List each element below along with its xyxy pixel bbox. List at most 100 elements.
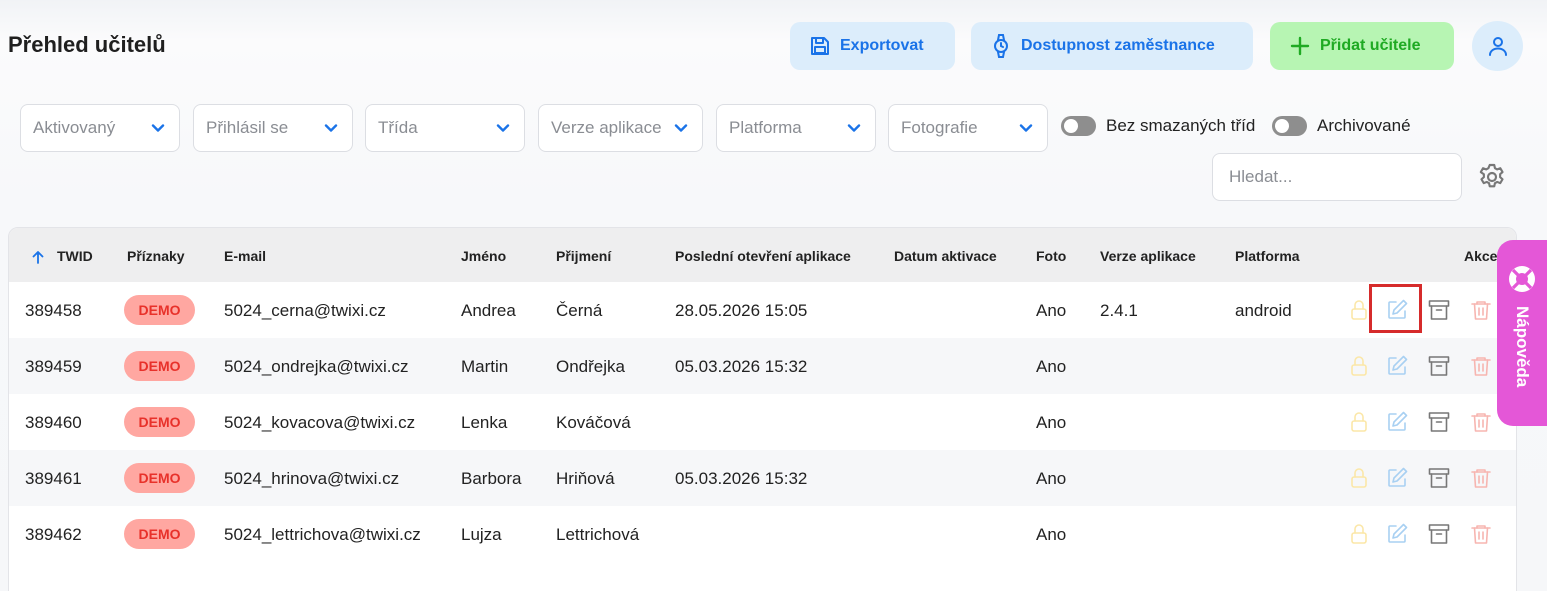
employee-availability-button[interactable]: Dostupnost zaměstnance	[971, 22, 1253, 70]
trash-icon[interactable]	[1469, 466, 1493, 490]
teachers-table: TWID Příznaky E-mail Jméno Přijmení Posl…	[8, 227, 1517, 591]
gear-icon[interactable]	[1476, 161, 1508, 193]
cell-twid: 389458	[25, 301, 82, 320]
cell-twid: 389460	[25, 413, 82, 432]
toggle-switch[interactable]	[1272, 116, 1307, 136]
toggle-label: Bez smazaných tříd	[1106, 116, 1256, 135]
cell-last-name: Lettrichová	[556, 525, 640, 544]
archive-icon[interactable]	[1427, 298, 1451, 322]
cell-twid: 389461	[25, 469, 82, 488]
column-activation-date[interactable]: Datum aktivace	[894, 248, 997, 264]
column-actions: Akce	[1464, 248, 1498, 264]
cell-twid: 389462	[25, 525, 82, 544]
toggle-archived[interactable]: Archivované	[1272, 116, 1411, 136]
lock-icon[interactable]	[1347, 298, 1371, 322]
column-first-name[interactable]: Jméno	[461, 248, 506, 264]
table-row[interactable]: 389461 5024_hrinova@twixi.cz Barbora Hriňov…	[9, 450, 1516, 506]
cell-photo: Ano	[1036, 413, 1067, 432]
export-label: Exportovat	[840, 37, 924, 54]
column-app-version[interactable]: Verze aplikace	[1100, 248, 1196, 264]
table-header: TWID Příznaky E-mail Jméno Přijmení Posl…	[9, 228, 1516, 282]
table-row[interactable]: 389458 5024_cerna@twixi.cz Andrea Černá 28.0…	[9, 282, 1516, 338]
cell-email: 5024_ondrejka@twixi.cz	[224, 357, 409, 376]
lock-icon[interactable]	[1347, 410, 1371, 434]
cell-last-name: Černá	[556, 301, 603, 320]
cell-first-name: Lenka	[461, 413, 508, 432]
edit-icon[interactable]	[1385, 522, 1409, 546]
column-last-app-open[interactable]: Poslední otevření aplikace	[675, 248, 851, 264]
profile-button[interactable]	[1472, 21, 1523, 71]
cell-photo: Ano	[1036, 357, 1067, 376]
chevron-down-icon	[847, 124, 861, 132]
filter-photo[interactable]: Fotografie	[888, 104, 1048, 152]
help-tab[interactable]: Nápověda	[1497, 240, 1547, 426]
status-badge: DEMO	[124, 519, 195, 549]
lock-icon[interactable]	[1347, 354, 1371, 378]
cell-last-name: Ondřejka	[556, 357, 625, 376]
chevron-down-icon	[674, 124, 688, 132]
column-email[interactable]: E-mail	[224, 248, 266, 264]
cell-last-open: 05.03.2026 15:32	[675, 469, 808, 488]
edit-icon[interactable]	[1385, 354, 1409, 378]
edit-icon[interactable]	[1385, 466, 1409, 490]
trash-icon[interactable]	[1469, 298, 1493, 322]
user-icon	[1488, 37, 1507, 56]
trash-icon[interactable]	[1469, 410, 1493, 434]
edit-highlight-box	[1369, 284, 1422, 333]
help-label: Nápověda	[1513, 306, 1532, 388]
filter-label: Třída	[378, 118, 418, 137]
status-badge: DEMO	[124, 463, 195, 493]
trash-icon[interactable]	[1469, 522, 1493, 546]
archive-icon[interactable]	[1427, 410, 1451, 434]
filter-activated[interactable]: Aktivovaný	[20, 104, 180, 152]
column-twid[interactable]: TWID	[57, 248, 93, 264]
cell-email: 5024_hrinova@twixi.cz	[224, 469, 400, 488]
status-badge: DEMO	[124, 351, 195, 381]
filter-logged-in[interactable]: Přihlásil se	[193, 104, 353, 152]
cell-last-name: Kováčová	[556, 413, 631, 432]
add-teacher-label: Přidat učitele	[1320, 37, 1421, 54]
archive-icon[interactable]	[1427, 354, 1451, 378]
table-row[interactable]: 389460 5024_kovacova@twixi.cz Lenka Kováčov…	[9, 394, 1516, 450]
export-button[interactable]: Exportovat	[790, 22, 955, 70]
column-platform[interactable]: Platforma	[1235, 248, 1300, 264]
cell-twid: 389459	[25, 357, 82, 376]
cell-first-name: Martin	[461, 357, 509, 376]
cell-email: 5024_kovacova@twixi.cz	[224, 413, 416, 432]
lock-icon[interactable]	[1347, 466, 1371, 490]
plus-icon	[1290, 36, 1310, 56]
archive-icon[interactable]	[1427, 466, 1451, 490]
column-flags[interactable]: Příznaky	[127, 248, 185, 264]
edit-icon[interactable]	[1385, 410, 1409, 434]
status-badge: DEMO	[124, 295, 195, 325]
cell-first-name: Andrea	[461, 301, 516, 320]
table-row[interactable]: 389462 5024_lettrichova@twixi.cz Lujza Lett…	[9, 506, 1516, 562]
filter-label: Přihlásil se	[206, 118, 289, 137]
toggle-label: Archivované	[1317, 116, 1411, 135]
cell-first-name: Barbora	[461, 469, 522, 488]
table-row[interactable]: 389459 5024_ondrejka@twixi.cz Martin Ondřej…	[9, 338, 1516, 394]
column-photo[interactable]: Foto	[1036, 248, 1066, 264]
save-icon	[811, 37, 829, 55]
filter-label: Fotografie	[901, 118, 978, 137]
trash-icon[interactable]	[1469, 354, 1493, 378]
arrow-up-icon[interactable]	[31, 250, 45, 264]
cell-last-open: 28.05.2026 15:05	[675, 301, 808, 320]
lock-icon[interactable]	[1347, 522, 1371, 546]
filter-class[interactable]: Třída	[365, 104, 525, 152]
toggle-switch[interactable]	[1061, 116, 1096, 136]
cell-photo: Ano	[1036, 525, 1067, 544]
add-teacher-button[interactable]: Přidat učitele	[1270, 22, 1454, 70]
cell-email: 5024_cerna@twixi.cz	[224, 301, 386, 320]
archive-icon[interactable]	[1427, 522, 1451, 546]
filter-platform[interactable]: Platforma	[716, 104, 876, 152]
lifebuoy-icon	[1509, 266, 1535, 292]
cell-platform: android	[1235, 301, 1292, 320]
chevron-down-icon	[324, 124, 338, 132]
toggle-no-deleted-classes[interactable]: Bez smazaných tříd	[1061, 116, 1255, 136]
cell-last-name: Hriňová	[556, 469, 615, 488]
cell-last-open: 05.03.2026 15:32	[675, 357, 808, 376]
search-input[interactable]	[1212, 153, 1462, 201]
column-last-name[interactable]: Přijmení	[556, 248, 611, 264]
filter-app-version[interactable]: Verze aplikace	[538, 104, 703, 152]
